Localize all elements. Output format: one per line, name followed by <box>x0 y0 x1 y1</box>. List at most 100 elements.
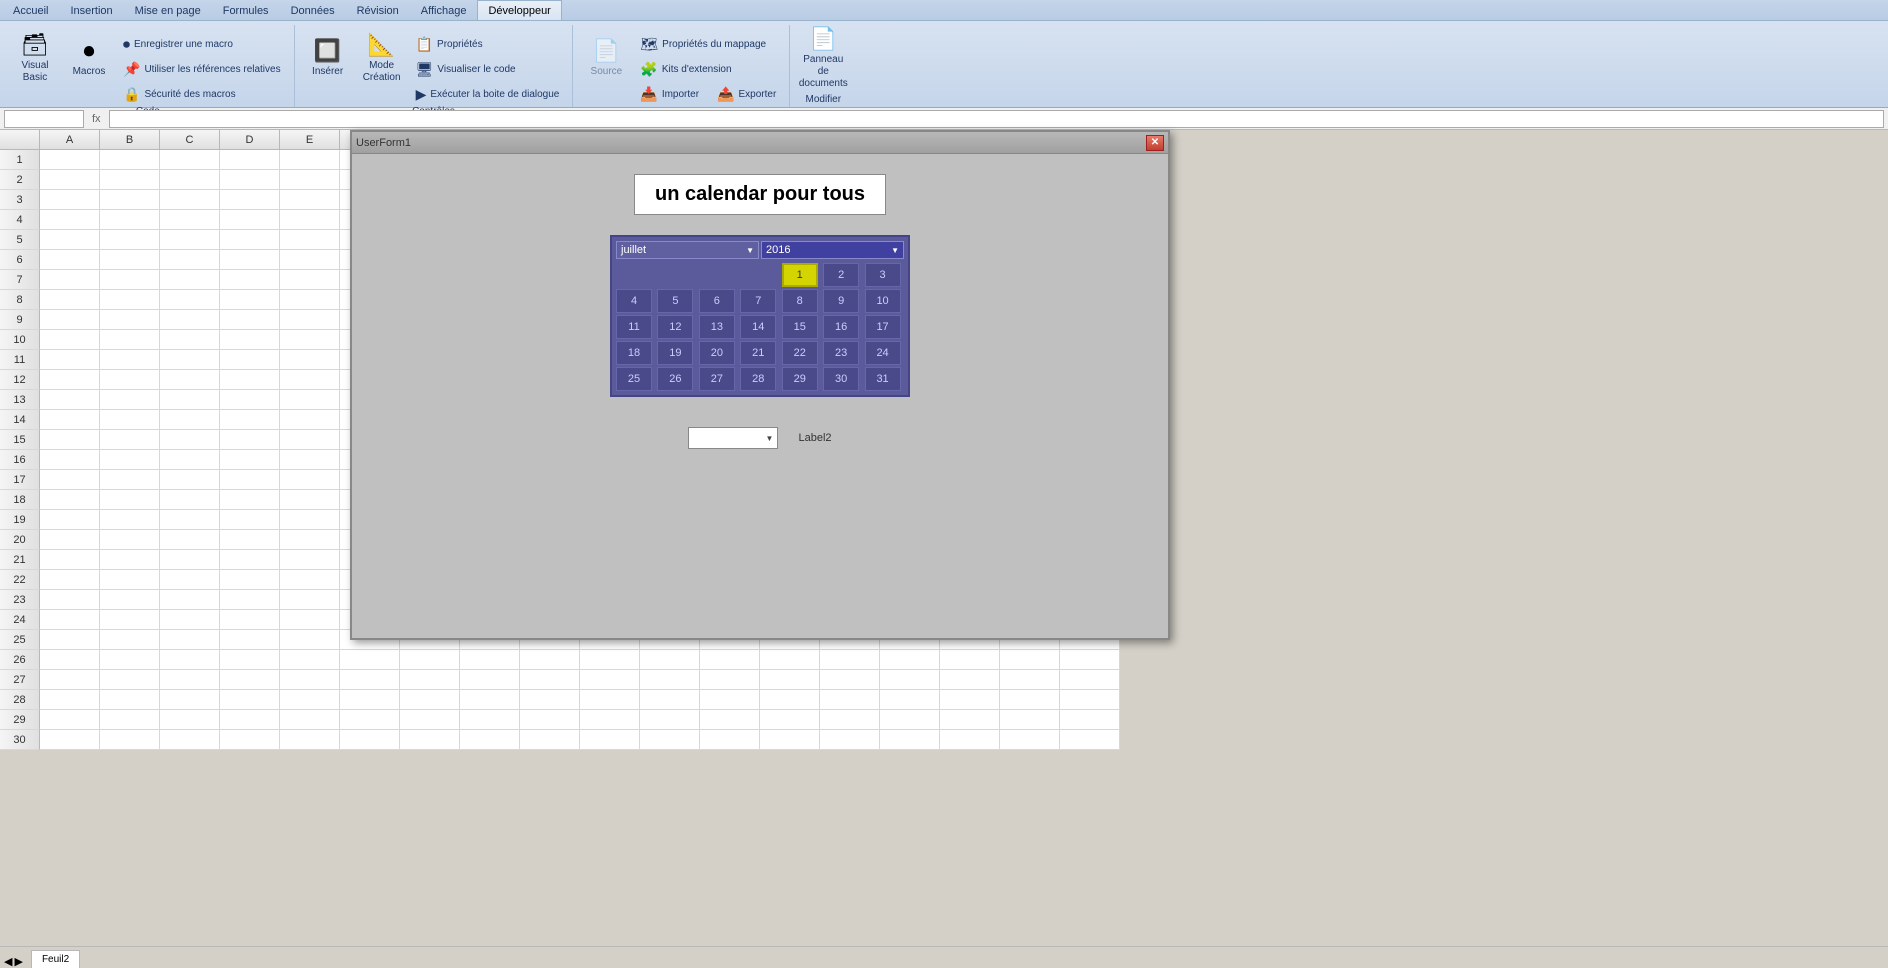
row-header-24[interactable]: 24 <box>0 610 40 630</box>
cell-G30[interactable] <box>400 730 460 750</box>
cal-day-3[interactable]: 3 <box>865 263 901 287</box>
cell-E9[interactable] <box>280 310 340 330</box>
enregistrer-macro-button[interactable]: ⏺ Enregistrer une macro <box>118 33 286 56</box>
row-header-15[interactable]: 15 <box>0 430 40 450</box>
tab-developpeur[interactable]: Développeur <box>477 0 561 20</box>
cell-P27[interactable] <box>940 670 1000 690</box>
cell-D26[interactable] <box>220 650 280 670</box>
cell-C29[interactable] <box>160 710 220 730</box>
cell-I30[interactable] <box>520 730 580 750</box>
cell-B23[interactable] <box>100 590 160 610</box>
cell-D17[interactable] <box>220 470 280 490</box>
cell-B17[interactable] <box>100 470 160 490</box>
cell-M29[interactable] <box>760 710 820 730</box>
row-header-6[interactable]: 6 <box>0 250 40 270</box>
cell-Q29[interactable] <box>1000 710 1060 730</box>
cell-H30[interactable] <box>460 730 520 750</box>
cell-E14[interactable] <box>280 410 340 430</box>
cell-A1[interactable] <box>40 150 100 170</box>
cell-R29[interactable] <box>1060 710 1120 730</box>
visual-basic-button[interactable]: 🗃 VisualBasic <box>10 29 60 87</box>
source-button[interactable]: 📄 Source <box>581 29 631 87</box>
cell-E1[interactable] <box>280 150 340 170</box>
col-header-A[interactable]: A <box>40 130 100 150</box>
cell-A4[interactable] <box>40 210 100 230</box>
cal-day-12[interactable]: 12 <box>657 315 693 339</box>
cell-E8[interactable] <box>280 290 340 310</box>
sheet-nav-next[interactable]: ▶ <box>14 955 22 968</box>
cell-K26[interactable] <box>640 650 700 670</box>
cell-B15[interactable] <box>100 430 160 450</box>
cell-E12[interactable] <box>280 370 340 390</box>
cal-day-16[interactable]: 16 <box>823 315 859 339</box>
cell-C30[interactable] <box>160 730 220 750</box>
cell-M28[interactable] <box>760 690 820 710</box>
cal-day-14[interactable]: 14 <box>740 315 776 339</box>
cell-C5[interactable] <box>160 230 220 250</box>
cell-D27[interactable] <box>220 670 280 690</box>
cal-day-11[interactable]: 11 <box>616 315 652 339</box>
row-header-1[interactable]: 1 <box>0 150 40 170</box>
cell-C27[interactable] <box>160 670 220 690</box>
cell-K29[interactable] <box>640 710 700 730</box>
cell-A19[interactable] <box>40 510 100 530</box>
row-header-5[interactable]: 5 <box>0 230 40 250</box>
cell-B19[interactable] <box>100 510 160 530</box>
cell-A13[interactable] <box>40 390 100 410</box>
cell-B12[interactable] <box>100 370 160 390</box>
cell-A10[interactable] <box>40 330 100 350</box>
row-header-22[interactable]: 22 <box>0 570 40 590</box>
cell-E25[interactable] <box>280 630 340 650</box>
cell-D15[interactable] <box>220 430 280 450</box>
cal-day-17[interactable]: 17 <box>865 315 901 339</box>
mode-creation-button[interactable]: 📐 Mode Création <box>357 29 407 87</box>
cell-H26[interactable] <box>460 650 520 670</box>
cell-A26[interactable] <box>40 650 100 670</box>
cell-A8[interactable] <box>40 290 100 310</box>
cell-E29[interactable] <box>280 710 340 730</box>
cal-day-30[interactable]: 30 <box>823 367 859 391</box>
cell-Q26[interactable] <box>1000 650 1060 670</box>
cell-E5[interactable] <box>280 230 340 250</box>
name-box[interactable] <box>4 110 84 128</box>
cell-E28[interactable] <box>280 690 340 710</box>
cal-day-9[interactable]: 9 <box>823 289 859 313</box>
tab-affichage[interactable]: Affichage <box>410 0 478 20</box>
cell-B27[interactable] <box>100 670 160 690</box>
cell-C9[interactable] <box>160 310 220 330</box>
cell-E2[interactable] <box>280 170 340 190</box>
cell-G26[interactable] <box>400 650 460 670</box>
cell-C15[interactable] <box>160 430 220 450</box>
cell-D1[interactable] <box>220 150 280 170</box>
cell-E13[interactable] <box>280 390 340 410</box>
row-header-13[interactable]: 13 <box>0 390 40 410</box>
formula-input[interactable] <box>109 110 1884 128</box>
cell-B20[interactable] <box>100 530 160 550</box>
cell-D19[interactable] <box>220 510 280 530</box>
cell-D25[interactable] <box>220 630 280 650</box>
cal-day-22[interactable]: 22 <box>782 341 818 365</box>
cell-E18[interactable] <box>280 490 340 510</box>
cell-A5[interactable] <box>40 230 100 250</box>
cell-B8[interactable] <box>100 290 160 310</box>
cell-M27[interactable] <box>760 670 820 690</box>
sheet-nav-prev[interactable]: ◀ <box>4 955 12 968</box>
cell-C4[interactable] <box>160 210 220 230</box>
cell-Q30[interactable] <box>1000 730 1060 750</box>
cell-A30[interactable] <box>40 730 100 750</box>
cell-O30[interactable] <box>880 730 940 750</box>
cell-M26[interactable] <box>760 650 820 670</box>
cal-day-7[interactable]: 7 <box>740 289 776 313</box>
row-header-3[interactable]: 3 <box>0 190 40 210</box>
cell-L27[interactable] <box>700 670 760 690</box>
cell-E6[interactable] <box>280 250 340 270</box>
cell-E30[interactable] <box>280 730 340 750</box>
cell-E4[interactable] <box>280 210 340 230</box>
cell-D3[interactable] <box>220 190 280 210</box>
cell-D14[interactable] <box>220 410 280 430</box>
cell-B6[interactable] <box>100 250 160 270</box>
cell-N27[interactable] <box>820 670 880 690</box>
cell-A24[interactable] <box>40 610 100 630</box>
visualiser-code-button[interactable]: 🖥 Visualiser le code <box>411 58 565 81</box>
month-dropdown[interactable]: juillet ▼ <box>616 241 759 259</box>
